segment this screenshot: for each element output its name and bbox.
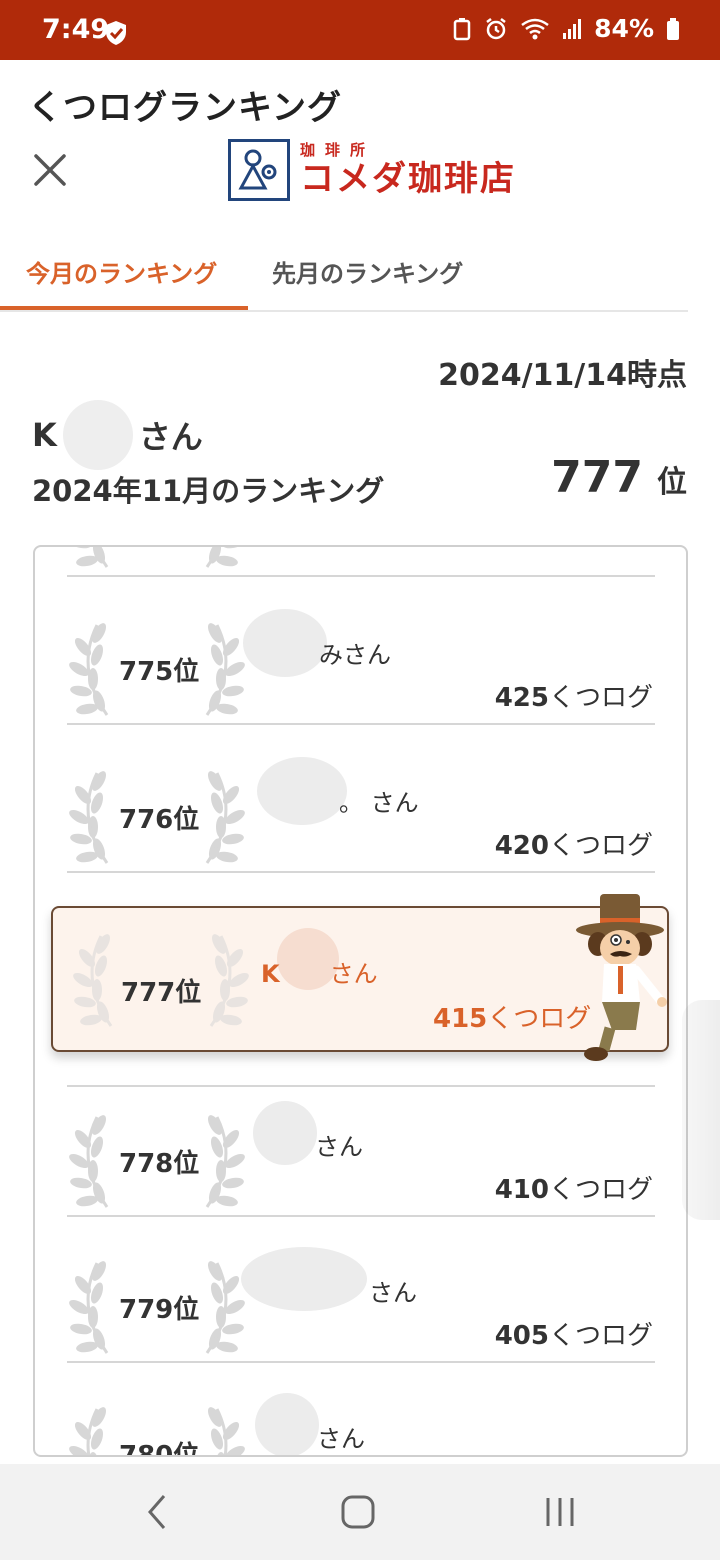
close-button[interactable] <box>28 148 72 192</box>
shield-icon <box>106 21 126 45</box>
row-score-unit: くつログ <box>548 1321 653 1351</box>
row-name-part: 。 <box>339 789 363 817</box>
row-name-suffix: さん <box>315 1133 363 1161</box>
row-score-value: 420 <box>494 831 549 861</box>
home-icon[interactable] <box>341 1495 375 1529</box>
blurred-name <box>257 757 347 825</box>
blurred-name <box>255 1393 319 1455</box>
ranking-row: 775位 みさん 425くつログ <box>67 579 655 725</box>
blurred-name <box>253 1101 317 1165</box>
alarm-icon <box>486 17 506 39</box>
side-handle <box>682 1000 720 1220</box>
row-score-unit: くつログ <box>548 683 653 713</box>
row-name-suffix: さん <box>369 1279 417 1307</box>
status-icons: 84% <box>452 14 680 43</box>
my-row-name: K さん <box>261 954 378 989</box>
row-score-unit: くつログ <box>548 831 653 861</box>
page-title: くつログランキング <box>28 88 342 128</box>
my-row-score: 415くつログ <box>433 998 591 1035</box>
row-score: 405くつログ <box>495 1315 653 1352</box>
user-suffix: さん <box>138 418 203 456</box>
brand-logo: 珈琲所 コメダ珈琲店 <box>228 138 516 202</box>
row-rank: 775位 <box>119 657 200 687</box>
ranking-row: 778位 さん 410くつログ <box>67 1071 655 1217</box>
my-rank: 777 位 <box>551 452 687 503</box>
row-name-part: み <box>319 641 343 669</box>
mascot-icon <box>576 894 667 1061</box>
logo-badge-icon <box>228 139 290 201</box>
row-name-suffix: さん <box>343 641 391 669</box>
laurel-wreath-icon <box>67 545 247 571</box>
recents-icon[interactable] <box>544 1496 576 1528</box>
my-rank-value: 777 <box>551 452 643 503</box>
row-score: 410くつログ <box>495 1169 653 1206</box>
close-icon[interactable] <box>33 153 67 187</box>
ranking-tabs: 今月のランキング 先月のランキング <box>0 240 688 312</box>
row-name-suffix: さん <box>370 789 419 817</box>
tab-active-indicator <box>0 306 248 310</box>
battery-icon <box>667 17 679 40</box>
my-row-initial: K <box>261 960 280 988</box>
row-name: さん <box>317 1419 365 1454</box>
ranking-row: 780位 さん <box>67 1363 655 1457</box>
my-row-suffix: さん <box>329 960 378 988</box>
row-rank: 776位 <box>119 805 200 835</box>
ranking-row: 779位 さん 405くつログ <box>67 1217 655 1363</box>
row-score-value: 425 <box>494 683 549 713</box>
my-row-rank: 777位 <box>121 978 202 1008</box>
back-icon[interactable] <box>147 1494 167 1530</box>
row-name: 。 さん <box>339 783 419 818</box>
signal-icon <box>563 18 582 39</box>
ranking-row: 776位 。 さん 420くつログ <box>67 727 655 873</box>
tab-this-month[interactable]: 今月のランキング <box>26 254 217 289</box>
status-time: 7:49 <box>42 14 110 45</box>
tab-last-month[interactable]: 先月のランキング <box>272 254 463 289</box>
user-initial: K <box>32 416 57 454</box>
logo-text: 珈琲所 コメダ珈琲店 <box>300 141 516 199</box>
row-score-unit: くつログ <box>548 1175 653 1205</box>
logo-small-text: 珈琲所 <box>300 141 376 159</box>
battery-percent: 84% <box>594 14 654 43</box>
row-name: みさん <box>319 635 391 670</box>
user-name: K さん <box>32 400 203 470</box>
row-name: さん <box>315 1127 363 1162</box>
status-bar: 7:49 84% <box>0 0 720 60</box>
row-name-suffix: さん <box>317 1425 365 1453</box>
row-name: さん <box>369 1273 417 1308</box>
row-score: 420くつログ <box>495 825 653 862</box>
ranking-row-partial <box>67 545 655 577</box>
row-score: 425くつログ <box>495 677 653 714</box>
back-button[interactable] <box>132 1492 182 1532</box>
row-rank: 778位 <box>119 1149 200 1179</box>
blurred-name <box>62 400 133 470</box>
row-rank: 780位 <box>119 1441 200 1457</box>
row-score-value: 410 <box>494 1175 549 1205</box>
logo-big-text: コメダ珈琲店 <box>300 159 516 199</box>
recents-button[interactable] <box>535 1492 585 1532</box>
my-row-score-value: 415 <box>433 1004 488 1034</box>
blurred-name <box>243 609 327 677</box>
my-rank-unit: 位 <box>657 465 687 500</box>
recycle-icon <box>453 17 471 40</box>
blurred-name <box>241 1247 367 1311</box>
row-score-value: 405 <box>494 1321 549 1351</box>
as-of-date: 2024/11/14時点 <box>438 358 687 393</box>
row-rank: 779位 <box>119 1295 200 1325</box>
home-button[interactable] <box>333 1492 383 1532</box>
wifi-icon <box>521 18 549 39</box>
system-nav-bar <box>0 1464 720 1560</box>
month-ranking-label: 2024年11月のランキング <box>32 474 385 508</box>
